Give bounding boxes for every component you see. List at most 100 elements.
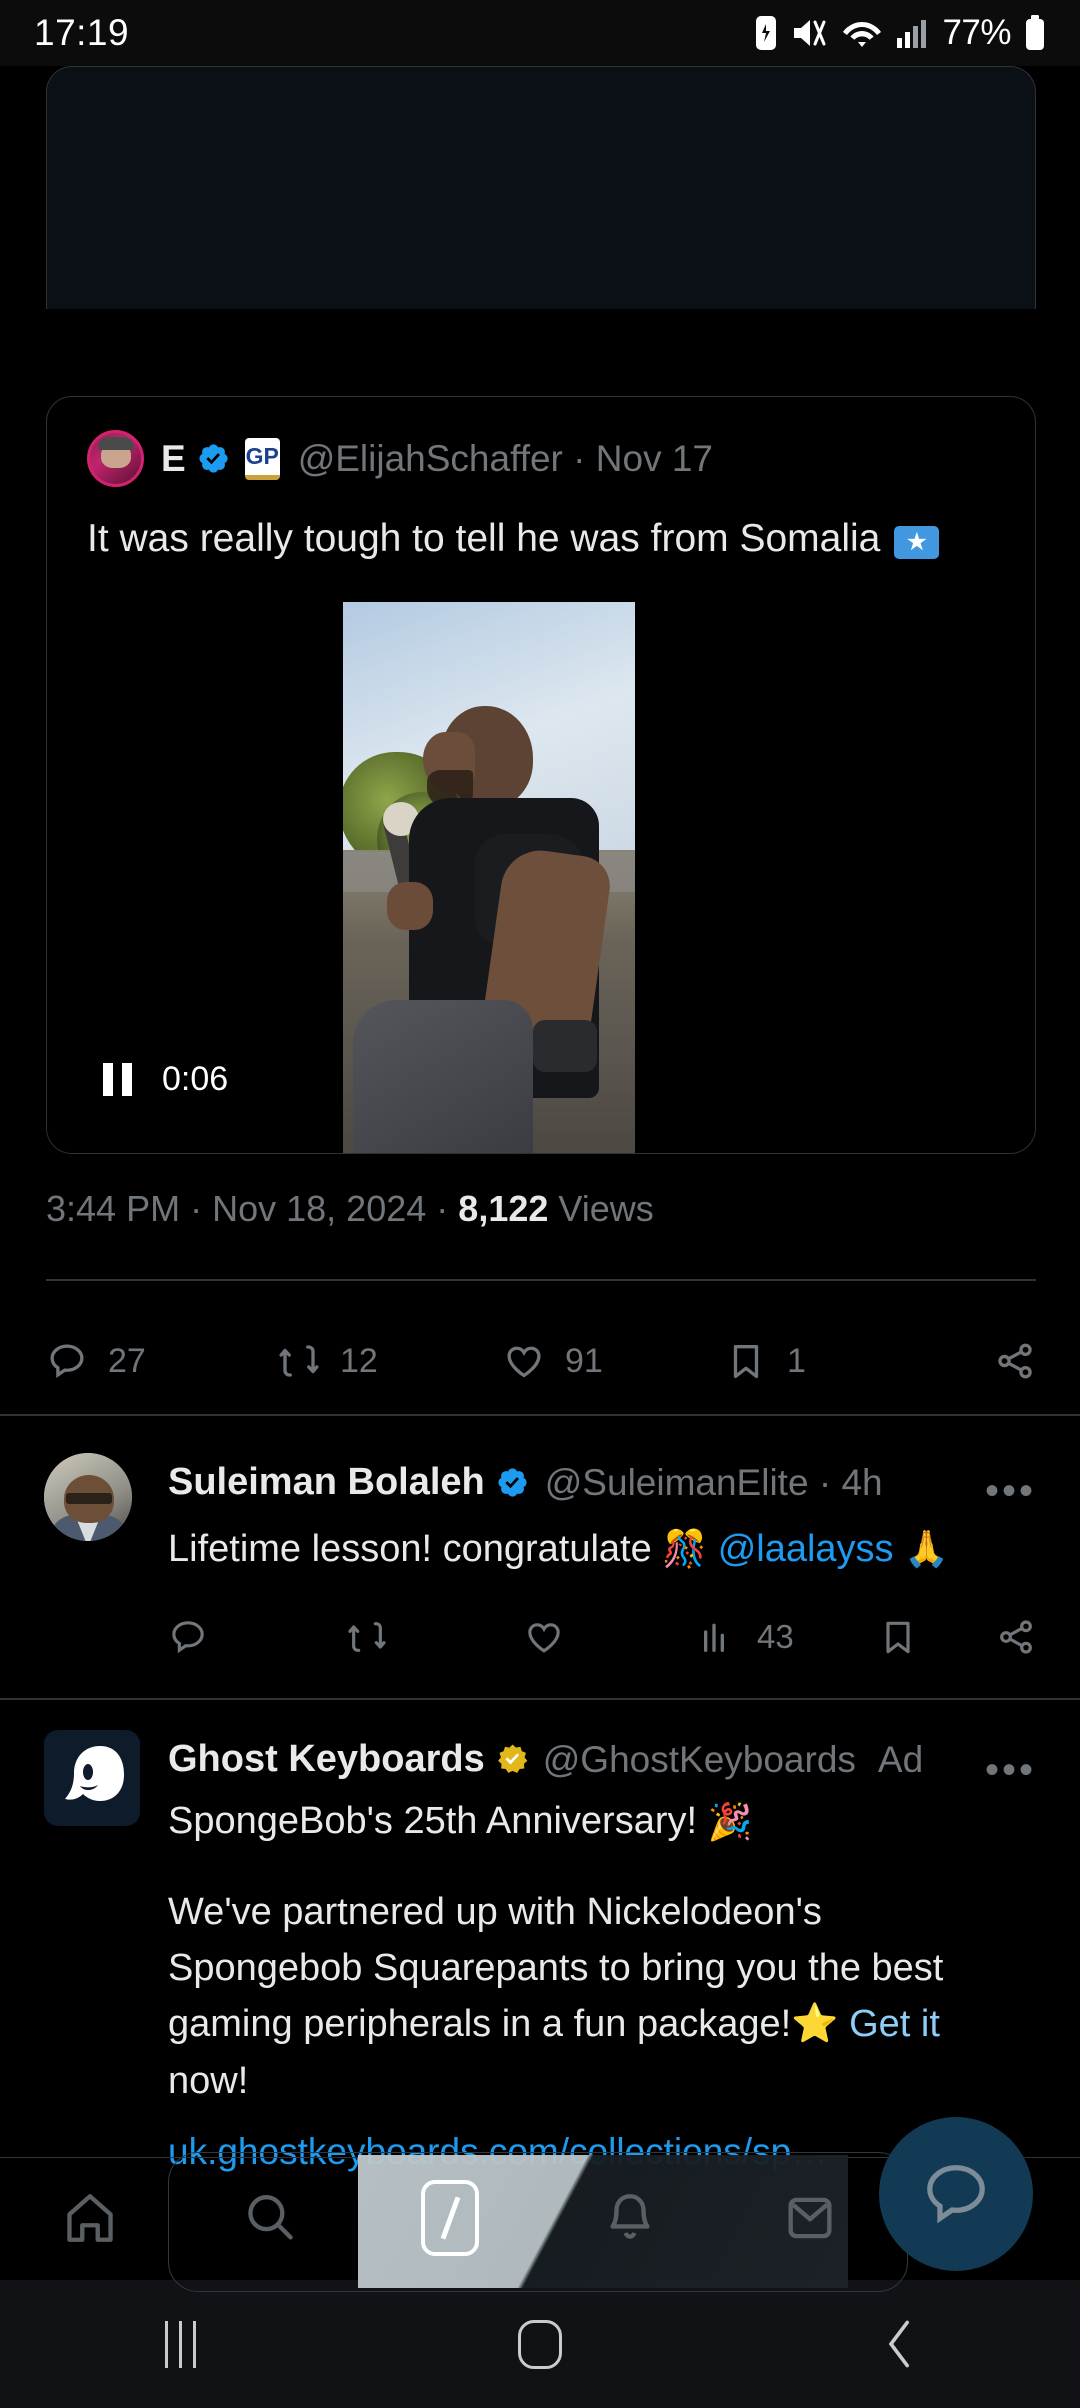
like-icon: [528, 1623, 560, 1653]
pause-icon[interactable]: [103, 1063, 132, 1096]
views-label: Views: [558, 1188, 654, 1229]
share-icon: [998, 1343, 1032, 1379]
ghost-logo-icon: [44, 1730, 140, 1826]
sim-card-icon: [756, 16, 777, 50]
quoted-handle-and-date: @ElijahSchaffer · Nov 17: [297, 437, 713, 479]
confetti-emoji: 🎊: [662, 1528, 708, 1570]
nav-item-search[interactable]: [180, 2189, 360, 2247]
reply-header: Suleiman Bolaleh @SuleimanElite · 4h: [168, 1461, 883, 1504]
reply-text: Lifetime lesson! congratulate 🎊 @laalays…: [168, 1525, 998, 1574]
reply-more-options-button[interactable]: •••: [985, 1469, 1036, 1514]
reply-display-name: Suleiman Bolaleh: [168, 1461, 485, 1503]
tweet-metadata: 3:44 PM · Nov 18, 2024 · 8,122 Views: [46, 1188, 654, 1230]
party-popper-emoji: 🎉: [707, 1800, 753, 1842]
meta-dot-1: ·: [190, 1188, 203, 1229]
avatar[interactable]: [87, 430, 144, 487]
retweet-icon: [348, 1622, 386, 1652]
quoted-display-name: E: [161, 437, 186, 479]
android-back-button[interactable]: [720, 2317, 1080, 2371]
views-count[interactable]: 8,122: [458, 1188, 548, 1229]
quoted-tweet-text: It was really tough to tell he was from …: [47, 487, 1035, 565]
pray-emoji: 🙏: [904, 1528, 949, 1570]
bookmark-button[interactable]: 1: [725, 1340, 935, 1382]
share-icon: [1000, 1620, 1032, 1654]
recents-icon: [164, 2320, 196, 2368]
like-button[interactable]: [524, 1617, 699, 1657]
messages-envelope-icon: [788, 2197, 832, 2238]
retweet-count: 12: [340, 1341, 378, 1380]
android-navigation-bar: [0, 2280, 1080, 2408]
share-button[interactable]: [994, 1340, 1036, 1382]
compose-fab-button[interactable]: [879, 2117, 1033, 2271]
views-icon: [704, 1623, 725, 1652]
video-frame[interactable]: [343, 602, 635, 1153]
quoted-tweet-header: E GP @ElijahSchaffer · Nov 17: [47, 397, 1035, 487]
video-player[interactable]: 0:06: [47, 602, 1035, 1153]
avatar[interactable]: [44, 1730, 140, 1826]
bookmark-button[interactable]: [878, 1617, 996, 1657]
meta-dot-2: ·: [436, 1188, 449, 1229]
metadata-divider: [46, 1279, 1036, 1281]
home-circle-icon: [518, 2319, 562, 2369]
signal-icon: [897, 20, 927, 48]
affiliate-badge-gp[interactable]: GP: [244, 437, 280, 480]
ad-handle: @GhostKeyboards: [542, 1738, 856, 1780]
battery-percent-label: 77%: [942, 13, 1011, 52]
reply-button[interactable]: [168, 1617, 347, 1657]
reply-icon: [172, 1621, 204, 1654]
battery-icon: [1026, 15, 1044, 50]
quoted-tweet-body: It was really tough to tell he was from …: [87, 517, 881, 560]
nav-item-messages[interactable]: [720, 2189, 900, 2247]
like-button[interactable]: 91: [503, 1340, 725, 1382]
ad-title-text: SpongeBob's 25th Anniversary!: [168, 1800, 698, 1842]
feed-separator-1: [0, 1414, 1080, 1416]
search-icon: [248, 2194, 293, 2240]
tweet-date: Nov 18, 2024: [212, 1188, 427, 1229]
ad-cta-link[interactable]: Get it: [849, 2003, 940, 2045]
reply-action-bar: 43: [168, 1593, 1036, 1681]
video-person-hand: [387, 882, 433, 930]
ad-body-line-2: Spongebob Squarepants to bring you the b…: [168, 1947, 944, 1990]
status-bar-icons: 77%: [754, 13, 1046, 53]
video-elapsed-time: 0:06: [162, 1060, 229, 1098]
ad-header: Ghost Keyboards @GhostKeyboards Ad: [168, 1738, 923, 1781]
phone-screen: 17:19 77% E GP @ElijahSchaffer · Nov 17 …: [0, 0, 1080, 2408]
wifi-icon: [843, 22, 882, 47]
bookmark-count: 1: [787, 1341, 806, 1380]
reply-button[interactable]: 27: [46, 1340, 278, 1382]
quoted-card-top-cutoff[interactable]: [46, 66, 1036, 309]
ad-body-line-1: We've partnered up with Nickelodeon's: [168, 1891, 822, 1933]
ad-label: Ad: [877, 1738, 924, 1780]
bookmark-icon: [733, 1344, 759, 1379]
reply-text-body: Lifetime lesson! congratulate: [168, 1528, 652, 1570]
mute-icon: [794, 20, 826, 46]
nav-item-notifications[interactable]: [540, 2189, 720, 2247]
nav-item-home[interactable]: [0, 2189, 180, 2247]
reply-count: 27: [108, 1341, 146, 1380]
android-home-button[interactable]: [360, 2319, 720, 2369]
quoted-tweet-card[interactable]: E GP @ElijahSchaffer · Nov 17 It was rea…: [46, 396, 1036, 1154]
reply-mention-link[interactable]: @laalayss: [718, 1525, 894, 1574]
feed-separator-2: [0, 1698, 1080, 1700]
status-bar: 17:19 77%: [0, 0, 1080, 66]
ad-body-text: We've partnered up with Nickelodeon's Sp…: [168, 1884, 1008, 2109]
android-recents-button[interactable]: [0, 2320, 360, 2368]
tweet-time: 3:44 PM: [46, 1188, 181, 1229]
retweet-button[interactable]: 12: [278, 1340, 503, 1382]
timeline-feed[interactable]: E GP @ElijahSchaffer · Nov 17 It was rea…: [0, 66, 1080, 2172]
ad-display-name: Ghost Keyboards: [168, 1738, 485, 1780]
notifications-bell-icon: [610, 2193, 650, 2239]
avatar[interactable]: [44, 1453, 132, 1541]
share-button[interactable]: [996, 1617, 1036, 1657]
somalia-flag-emoji: [894, 520, 940, 565]
nav-item-grok[interactable]: [360, 2179, 540, 2256]
retweet-button[interactable]: [347, 1617, 524, 1657]
reply-icon: [50, 1344, 84, 1378]
avatar-glasses: [66, 1493, 112, 1504]
video-controls[interactable]: 0:06: [103, 1060, 228, 1099]
ad-more-options-button[interactable]: •••: [985, 1748, 1036, 1793]
ad-body-line-3: gaming peripherals in a fun package!: [168, 2003, 792, 2046]
tweet-action-bar: 27 12 91 1: [46, 1311, 1036, 1411]
verified-gold-icon: [497, 1744, 528, 1773]
views-button[interactable]: 43: [699, 1617, 878, 1657]
